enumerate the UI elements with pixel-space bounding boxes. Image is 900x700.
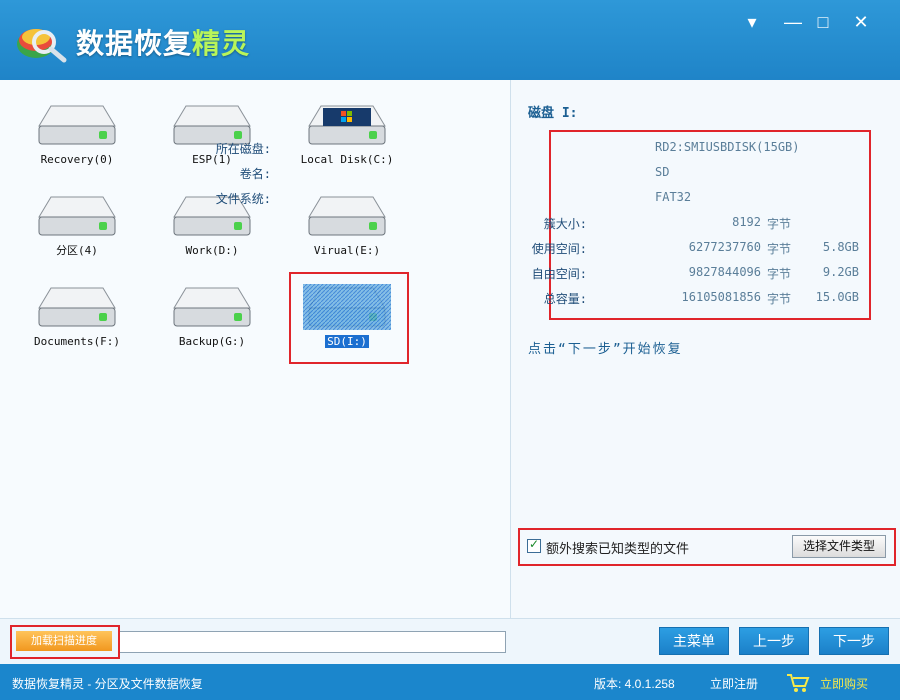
hard-disk-icon xyxy=(38,196,116,236)
hard-disk-icon xyxy=(38,105,116,145)
menu-dropdown-button[interactable]: ▾ xyxy=(739,10,765,34)
disk-item[interactable]: Virual(E:) xyxy=(292,191,402,271)
disk-label: Work(D:) xyxy=(185,244,239,257)
disk-heading: 磁盘 I: xyxy=(528,106,578,121)
hard-disk-icon xyxy=(173,287,251,327)
hard-disk-icon xyxy=(38,287,116,327)
disk-label: Local Disk(C:) xyxy=(300,153,394,166)
register-link[interactable]: 立即注册 xyxy=(710,675,758,692)
extra-search-checkbox[interactable] xyxy=(527,537,541,553)
previous-step-button[interactable]: 上一步 xyxy=(739,627,809,655)
disk-item[interactable]: Backup(G:) xyxy=(157,282,267,362)
next-step-hint: 点击“下一步”开始恢复 xyxy=(528,342,683,357)
version-text: 版本: 4.0.1.258 xyxy=(594,677,675,691)
disk-label: Recovery(0) xyxy=(40,153,114,166)
disk-item[interactable]: Recovery(0) xyxy=(22,100,132,180)
hard-disk-icon xyxy=(308,196,386,236)
status-bar: 数据恢复精灵 - 分区及文件数据恢复 版本: 4.0.1.258 立即注册 立即… xyxy=(0,664,900,700)
close-button[interactable]: ✕ xyxy=(848,10,874,34)
windows-disk-icon xyxy=(308,105,386,145)
disk-label: Backup(G:) xyxy=(178,335,246,348)
load-scan-progress-button[interactable]: 加载扫描进度 xyxy=(16,631,112,651)
minimize-button[interactable]: — xyxy=(780,10,806,34)
maximize-button[interactable]: □ xyxy=(810,10,836,34)
disk-item[interactable]: Local Disk(C:) xyxy=(292,100,402,180)
status-app-text: 数据恢复精灵 - 分区及文件数据恢复 xyxy=(12,677,203,691)
buy-now-link[interactable]: 立即购买 xyxy=(820,675,868,692)
info-row-total: 总容量: 16105081856 字节 15.0GB xyxy=(543,290,859,306)
main-menu-button[interactable]: 主菜单 xyxy=(659,627,729,655)
disk-label: 分区(4) xyxy=(56,244,98,257)
info-row-cluster: 簇大小: 8192 字节 xyxy=(543,215,792,231)
shopping-cart-icon[interactable] xyxy=(786,673,810,693)
scan-progress-path-field[interactable] xyxy=(118,631,506,653)
selected-disk-highlight xyxy=(289,272,409,364)
next-step-button[interactable]: 下一步 xyxy=(819,627,889,655)
app-title: 数据恢复精灵 xyxy=(76,28,251,59)
disk-item[interactable]: Documents(F:) xyxy=(22,282,132,362)
choose-file-types-button[interactable]: 选择文件类型 xyxy=(792,535,886,558)
disk-item[interactable]: 分区(4) xyxy=(22,191,132,271)
disk-label: Virual(E:) xyxy=(313,244,381,257)
info-row-free: 自由空间: 9827844096 字节 9.2GB xyxy=(531,265,859,281)
info-row-used: 使用空间: 6277237760 字节 5.8GB xyxy=(531,240,859,256)
disk-info-box: 所在磁盘: RD2:SMIUSBDISK(15GB) 卷名: SD 文件系统: … xyxy=(216,130,871,320)
app-logo-icon xyxy=(17,29,67,63)
disk-label: Documents(F:) xyxy=(33,335,121,348)
extra-search-label[interactable]: 额外搜索已知类型的文件 xyxy=(546,538,689,557)
